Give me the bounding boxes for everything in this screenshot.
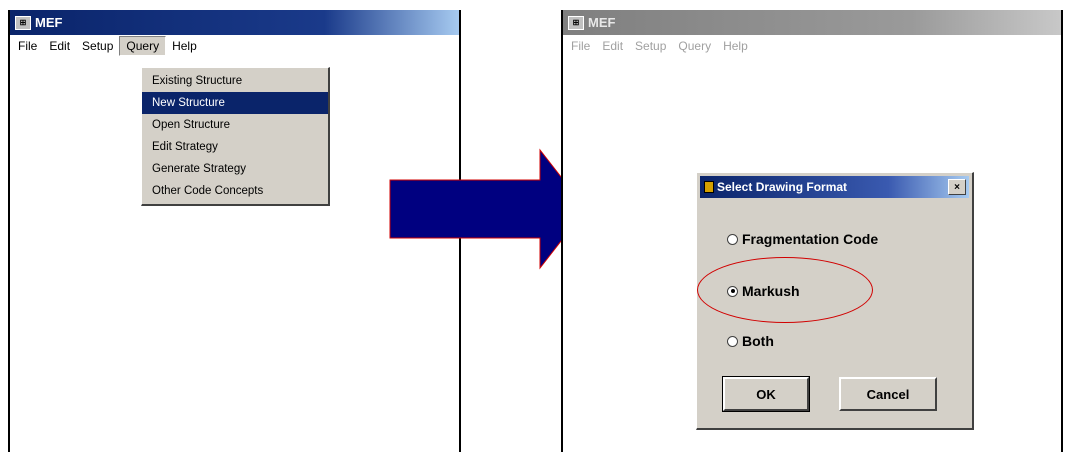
radio-selected-dot <box>730 289 735 293</box>
dialog-title: Select Drawing Format <box>717 180 848 194</box>
radio-option-markush[interactable]: Markush <box>727 283 800 299</box>
menu-edit[interactable]: Edit <box>43 37 76 55</box>
window-title: MEF <box>588 15 616 30</box>
menu-edit[interactable]: Edit <box>596 37 629 55</box>
radio-option-both[interactable]: Both <box>727 333 774 349</box>
menu-setup[interactable]: Setup <box>76 37 119 55</box>
dialog-app-icon <box>704 181 714 193</box>
window-title: MEF <box>35 15 63 30</box>
radio-button[interactable] <box>727 335 738 347</box>
radio-label: Markush <box>742 283 800 299</box>
close-icon[interactable]: × <box>948 179 966 195</box>
app-icon[interactable]: ⊞ <box>15 15 31 30</box>
menu-item-open-structure[interactable]: Open Structure <box>142 114 328 136</box>
radio-label: Fragmentation Code <box>742 231 879 247</box>
menu-query[interactable]: Query <box>672 37 717 55</box>
menu-setup[interactable]: Setup <box>629 37 672 55</box>
title-bar[interactable]: ⊞ MEF <box>563 10 1061 35</box>
right-arrow-icon <box>389 148 587 270</box>
radio-button[interactable] <box>727 285 738 297</box>
select-drawing-format-dialog: Select Drawing Format × Fragmentation Co… <box>696 172 974 430</box>
menu-item-new-structure[interactable]: New Structure <box>142 92 328 114</box>
menu-item-generate-strategy[interactable]: Generate Strategy <box>142 158 328 180</box>
menu-item-other-code-concepts[interactable]: Other Code Concepts <box>142 180 328 202</box>
menu-help[interactable]: Help <box>717 37 754 55</box>
app-icon[interactable]: ⊞ <box>568 15 584 30</box>
radio-label: Both <box>742 333 774 349</box>
menu-item-existing-structure[interactable]: Existing Structure <box>142 70 328 92</box>
menu-bar: File Edit Setup Query Help <box>563 35 1061 57</box>
radio-button[interactable] <box>727 233 738 245</box>
dialog-title-bar[interactable]: Select Drawing Format × <box>700 176 969 198</box>
menu-file[interactable]: File <box>565 37 596 55</box>
menu-item-edit-strategy[interactable]: Edit Strategy <box>142 136 328 158</box>
menu-query[interactable]: Query <box>119 36 167 56</box>
menu-bar: File Edit Setup Query Help <box>10 35 459 57</box>
menu-help[interactable]: Help <box>166 37 203 55</box>
title-bar[interactable]: ⊞ MEF <box>10 10 459 35</box>
radio-option-fragmentation-code[interactable]: Fragmentation Code <box>727 231 878 247</box>
cancel-button[interactable]: Cancel <box>839 377 937 411</box>
ok-button[interactable]: OK <box>722 376 810 412</box>
menu-file[interactable]: File <box>12 37 43 55</box>
query-dropdown-menu: Existing Structure New Structure Open St… <box>141 67 330 206</box>
